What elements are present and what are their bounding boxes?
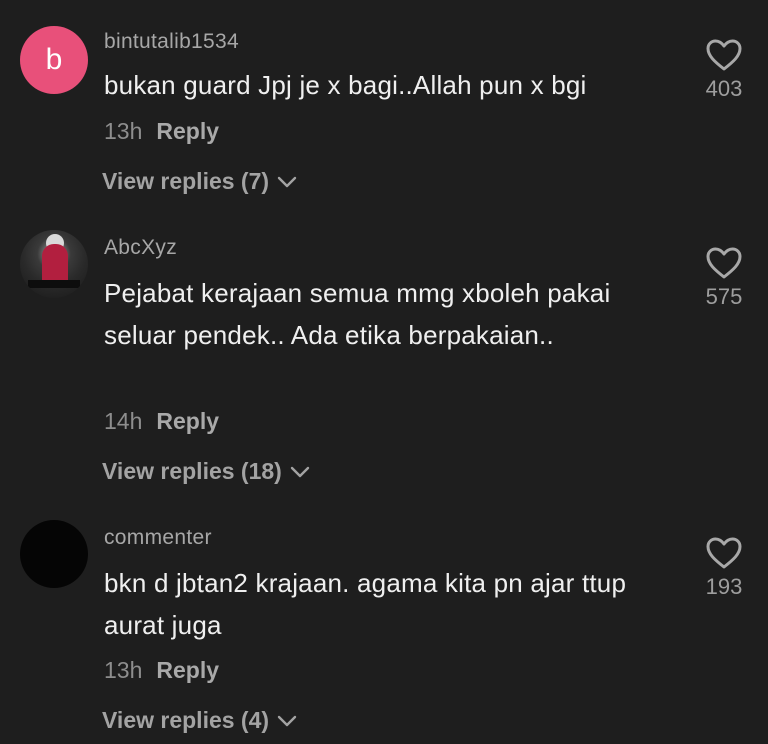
- comment-username[interactable]: bintutalib1534: [104, 30, 239, 54]
- comment-text: Pejabat kerajaan semua mmg xboleh pakai …: [104, 278, 611, 350]
- comment-text: bukan guard Jpj je x bagi..Allah pun x b…: [104, 70, 587, 100]
- view-replies-button[interactable]: View replies (7): [102, 168, 297, 195]
- heart-outline-icon: [706, 537, 742, 569]
- view-replies-button[interactable]: View replies (18): [102, 458, 310, 485]
- avatar-photo-bar: [28, 280, 80, 288]
- avatar[interactable]: [20, 230, 88, 298]
- comment-time: 13h: [104, 118, 143, 144]
- view-replies-button[interactable]: View replies (4): [102, 707, 297, 734]
- comment-meta: 13h Reply: [104, 657, 219, 684]
- like-count: 575: [705, 284, 743, 309]
- comment-time: 14h: [104, 408, 143, 434]
- comment-text: bkn d jbtan2 krajaan. agama kita pn ajar…: [104, 568, 627, 640]
- comment-meta: 13h Reply: [104, 118, 219, 145]
- view-replies-label: View replies (18): [102, 458, 282, 484]
- reply-button[interactable]: Reply: [156, 118, 219, 144]
- chevron-down-icon: [277, 715, 297, 726]
- reply-button[interactable]: Reply: [156, 657, 219, 683]
- avatar-photo-figure: [42, 244, 68, 284]
- chevron-down-icon: [277, 176, 297, 187]
- comment-username[interactable]: commenter: [104, 526, 212, 550]
- like-count: 193: [705, 574, 743, 599]
- like-button[interactable]: 575: [696, 246, 752, 310]
- heart-outline-icon: [706, 247, 742, 279]
- comment-meta: 14h Reply: [104, 408, 219, 435]
- view-replies-label: View replies (7): [102, 168, 270, 194]
- chevron-down-icon: [290, 466, 310, 477]
- comment-username[interactable]: AbcXyz: [104, 236, 177, 260]
- view-replies-label: View replies (4): [102, 707, 270, 733]
- avatar-letter: b: [45, 43, 63, 76]
- avatar[interactable]: b: [20, 26, 88, 94]
- like-button[interactable]: 403: [696, 38, 752, 102]
- reply-button[interactable]: Reply: [156, 408, 219, 434]
- like-count: 403: [705, 76, 743, 101]
- like-button[interactable]: 193: [696, 536, 752, 600]
- comment-time: 13h: [104, 657, 143, 683]
- avatar[interactable]: [20, 520, 88, 588]
- heart-outline-icon: [706, 39, 742, 71]
